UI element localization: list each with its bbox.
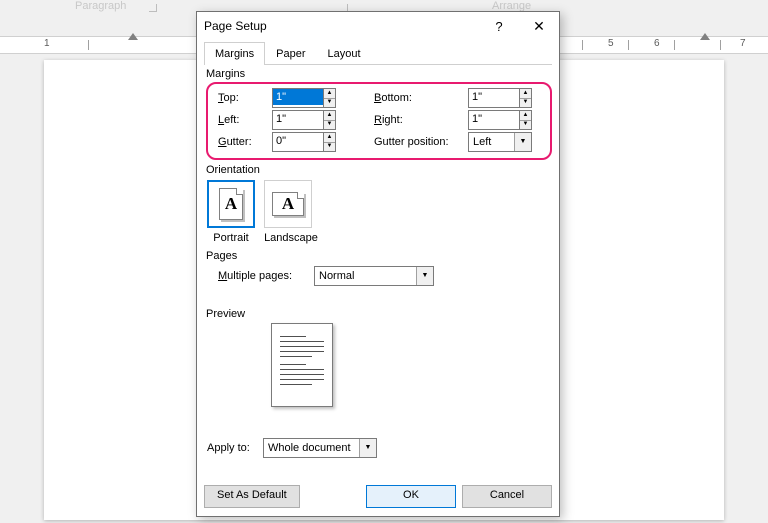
ruler-tick bbox=[628, 40, 629, 50]
orientation-portrait[interactable]: A Portrait bbox=[207, 180, 255, 244]
margin-right-input[interactable]: ▲▼ bbox=[468, 110, 532, 130]
spin-up-icon[interactable]: ▲ bbox=[324, 89, 335, 99]
close-button[interactable]: ✕ bbox=[519, 12, 559, 41]
spinner-buttons[interactable]: ▲▼ bbox=[323, 133, 335, 151]
apply-to-value: Whole document bbox=[264, 442, 359, 454]
spinner-buttons[interactable]: ▲▼ bbox=[519, 111, 531, 129]
spin-up-icon[interactable]: ▲ bbox=[520, 111, 531, 121]
dialog-title: Page Setup bbox=[204, 19, 267, 33]
multiple-pages-dropdown[interactable]: Normal ▼ bbox=[314, 266, 434, 286]
page-preview bbox=[271, 323, 333, 407]
portrait-label: Portrait bbox=[213, 232, 248, 244]
spinner-buttons[interactable]: ▲▼ bbox=[323, 111, 335, 129]
margin-bottom-input[interactable]: ▲▼ bbox=[468, 88, 532, 108]
dialog-footer: Set As Default OK Cancel bbox=[204, 483, 552, 509]
ruler-tick bbox=[720, 40, 721, 50]
chevron-down-icon[interactable]: ▼ bbox=[514, 133, 531, 151]
margin-top-value[interactable] bbox=[273, 89, 323, 105]
margin-left-value[interactable] bbox=[273, 111, 323, 127]
spin-up-icon[interactable]: ▲ bbox=[520, 89, 531, 99]
help-button[interactable]: ? bbox=[479, 12, 519, 41]
ruler-right-margin-marker-icon[interactable] bbox=[700, 33, 710, 40]
spin-up-icon[interactable]: ▲ bbox=[324, 111, 335, 121]
cancel-button[interactable]: Cancel bbox=[462, 485, 552, 508]
orientation-landscape[interactable]: A Landscape bbox=[264, 180, 318, 244]
margin-bottom-label: Bottom: bbox=[374, 92, 468, 104]
ruler-number: 5 bbox=[608, 38, 614, 49]
orientation-group-label: Orientation bbox=[206, 164, 260, 176]
tab-margins[interactable]: Margins bbox=[204, 42, 265, 65]
tab-paper[interactable]: Paper bbox=[265, 42, 316, 65]
ruler-number: 1 bbox=[44, 38, 50, 49]
margin-bottom-value[interactable] bbox=[469, 89, 519, 105]
landscape-icon: A bbox=[264, 180, 312, 228]
spinner-buttons[interactable]: ▲▼ bbox=[323, 89, 335, 107]
ruler-tick bbox=[674, 40, 675, 50]
spin-down-icon[interactable]: ▼ bbox=[324, 143, 335, 152]
margin-gutter-label: Gutter: bbox=[218, 136, 272, 148]
multiple-pages-value: Normal bbox=[315, 270, 416, 282]
apply-to-dropdown[interactable]: Whole document ▼ bbox=[263, 438, 377, 458]
margin-right-label: Right: bbox=[374, 114, 468, 126]
apply-to-label: Apply to: bbox=[207, 442, 263, 454]
margin-right-value[interactable] bbox=[469, 111, 519, 127]
multiple-pages-label: Multiple pages: bbox=[218, 270, 314, 282]
dialog-tabs: Margins Paper Layout bbox=[204, 41, 552, 65]
margin-top-label: Top: bbox=[218, 92, 272, 104]
set-as-default-button[interactable]: Set As Default bbox=[204, 485, 300, 508]
spin-up-icon[interactable]: ▲ bbox=[324, 133, 335, 143]
tab-layout[interactable]: Layout bbox=[316, 42, 371, 65]
page-setup-dialog: Page Setup ? ✕ Margins Paper Layout Marg… bbox=[196, 11, 560, 517]
ruler-tick bbox=[582, 40, 583, 50]
paragraph-dialog-launcher-icon[interactable] bbox=[149, 4, 157, 12]
margin-left-input[interactable]: ▲▼ bbox=[272, 110, 336, 130]
ruler-left-margin-marker-icon[interactable] bbox=[128, 33, 138, 40]
spin-down-icon[interactable]: ▼ bbox=[520, 121, 531, 130]
spin-down-icon[interactable]: ▼ bbox=[324, 99, 335, 108]
gutter-position-label: Gutter position: bbox=[374, 136, 468, 148]
spin-down-icon[interactable]: ▼ bbox=[324, 121, 335, 130]
margin-gutter-value[interactable] bbox=[273, 133, 323, 149]
spinner-buttons[interactable]: ▲▼ bbox=[519, 89, 531, 107]
chevron-down-icon[interactable]: ▼ bbox=[359, 439, 376, 457]
portrait-icon: A bbox=[207, 180, 255, 228]
spin-down-icon[interactable]: ▼ bbox=[520, 99, 531, 108]
chevron-down-icon[interactable]: ▼ bbox=[416, 267, 433, 285]
bg-label-paragraph: Paragraph bbox=[75, 0, 126, 12]
ruler-tick bbox=[88, 40, 89, 50]
ok-button[interactable]: OK bbox=[366, 485, 456, 508]
gutter-position-value: Left bbox=[469, 136, 514, 148]
margin-left-label: Left: bbox=[218, 114, 272, 126]
preview-group-label: Preview bbox=[206, 308, 245, 320]
dialog-titlebar[interactable]: Page Setup ? ✕ bbox=[197, 12, 559, 41]
margin-gutter-input[interactable]: ▲▼ bbox=[272, 132, 336, 152]
ruler-number: 6 bbox=[654, 38, 660, 49]
margins-group-label: Margins bbox=[206, 68, 245, 80]
ruler-number: 7 bbox=[740, 38, 746, 49]
dialog-body: Margins Top: ▲▼ Bottom: ▲▼ Left: ▲▼ Righ… bbox=[204, 68, 552, 478]
landscape-label: Landscape bbox=[264, 232, 318, 244]
margin-top-input[interactable]: ▲▼ bbox=[272, 88, 336, 108]
pages-group-label: Pages bbox=[206, 250, 237, 262]
gutter-position-dropdown[interactable]: Left ▼ bbox=[468, 132, 532, 152]
